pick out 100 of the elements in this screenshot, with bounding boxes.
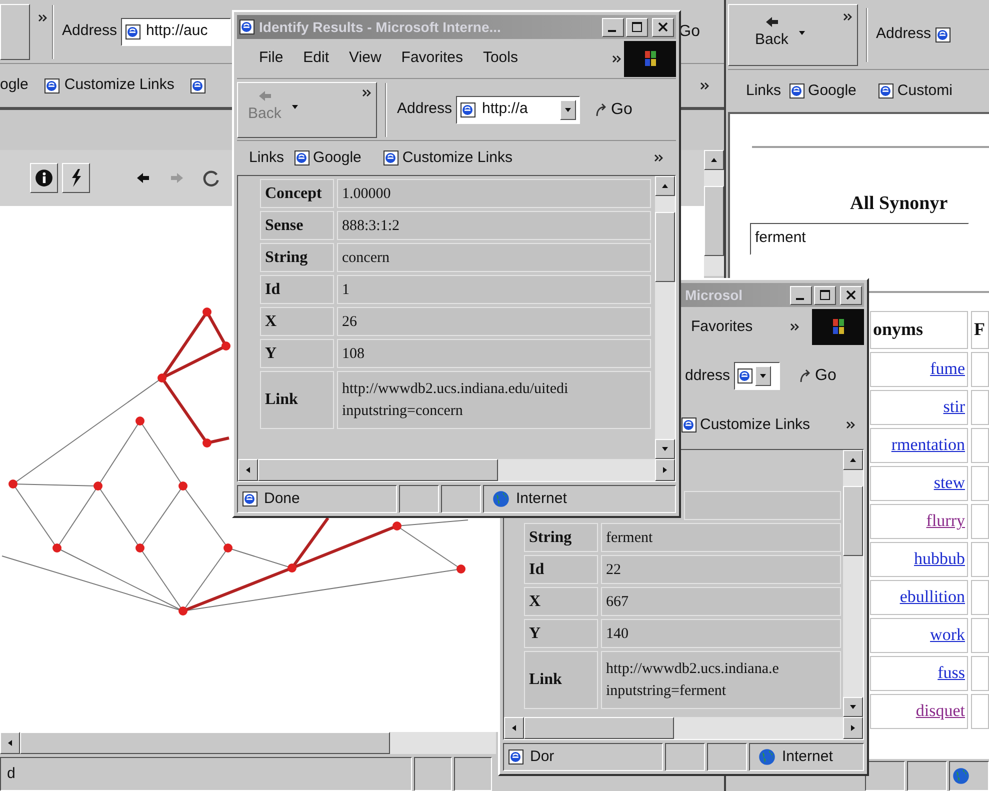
- graph-node[interactable]: [178, 482, 188, 490]
- chevron-double-icon[interactable]: [38, 14, 48, 22]
- scroll-right-button[interactable]: [655, 459, 675, 481]
- menu-item[interactable]: View: [349, 47, 382, 70]
- menu-item[interactable]: Tools: [482, 47, 518, 70]
- link-button[interactable]: Customize Links: [681, 414, 810, 436]
- address-field[interactable]: [734, 362, 780, 390]
- link-button[interactable]: Customize Links: [383, 146, 512, 170]
- chevron-double-icon[interactable]: [700, 82, 710, 90]
- table-cell: [971, 352, 989, 386]
- synonym-link[interactable]: hubbub: [914, 546, 965, 572]
- address-field[interactable]: http://auc: [121, 18, 232, 46]
- synonym-link[interactable]: stir: [943, 394, 965, 420]
- scrollbar-thumb[interactable]: [20, 732, 390, 754]
- scroll-left-button[interactable]: [238, 459, 258, 481]
- chevron-double-icon[interactable]: [843, 12, 853, 20]
- address-label: ddress: [685, 366, 730, 386]
- browser-page-icon: [737, 368, 754, 384]
- maximize-button[interactable]: [814, 286, 836, 304]
- scroll-left-button[interactable]: [0, 732, 20, 754]
- horizontal-scrollbar[interactable]: [504, 717, 863, 739]
- horizontal-scrollbar[interactable]: [238, 459, 675, 481]
- link-button[interactable]: Customi: [878, 80, 952, 102]
- graph-node[interactable]: [392, 522, 402, 530]
- synonym-link[interactable]: rmentation: [891, 432, 965, 458]
- scroll-up-button[interactable]: [843, 450, 863, 470]
- browser-page-icon: [878, 83, 894, 99]
- table-cell: [971, 428, 989, 462]
- chevron-double-icon[interactable]: [654, 154, 664, 162]
- graph-node[interactable]: [158, 374, 166, 382]
- table-cell: [971, 504, 989, 538]
- graph-node[interactable]: [52, 544, 62, 552]
- status-panel: [399, 485, 439, 513]
- close-button[interactable]: [840, 286, 862, 304]
- address-field[interactable]: http://a: [456, 96, 580, 124]
- go-button[interactable]: Go: [594, 98, 632, 122]
- synonym-link[interactable]: fume: [930, 356, 965, 382]
- link-button[interactable]: ogle: [0, 74, 28, 97]
- search-field[interactable]: ferment: [750, 222, 969, 254]
- scroll-left-button[interactable]: [504, 717, 524, 739]
- chevron-double-icon[interactable]: [846, 421, 856, 429]
- menu-item[interactable]: File: [259, 47, 284, 70]
- graph-node[interactable]: [136, 544, 144, 552]
- graph-node[interactable]: [136, 416, 144, 426]
- caret-icon: [849, 456, 857, 464]
- caret-icon: [759, 372, 768, 380]
- graph-node[interactable]: [288, 564, 296, 572]
- chevron-double-icon[interactable]: [612, 54, 622, 62]
- graph-node[interactable]: [94, 482, 102, 490]
- scroll-up-button[interactable]: [655, 176, 675, 196]
- link-button[interactable]: Google: [789, 80, 856, 102]
- scrollbar-thumb[interactable]: [704, 186, 724, 256]
- browser-page-icon: [239, 19, 255, 35]
- graph-node[interactable]: [222, 342, 230, 350]
- synonym-link[interactable]: disquet: [916, 698, 965, 724]
- graph-node[interactable]: [456, 564, 466, 574]
- vertical-scrollbar[interactable]: [655, 176, 675, 459]
- graph-node[interactable]: [224, 544, 232, 552]
- vertical-scrollbar[interactable]: [704, 150, 724, 276]
- graph-node[interactable]: [202, 308, 212, 316]
- chevron-double-icon[interactable]: [790, 323, 800, 331]
- vertical-scrollbar[interactable]: [843, 450, 863, 717]
- chevron-double-icon[interactable]: [362, 88, 372, 96]
- dropdown-button[interactable]: [560, 100, 576, 120]
- synonym-link[interactable]: fuss: [938, 660, 965, 686]
- graph-node[interactable]: [178, 606, 188, 616]
- maximize-button[interactable]: [626, 18, 648, 36]
- scroll-up-button[interactable]: [704, 150, 724, 170]
- menu-item[interactable]: Favorites: [401, 47, 463, 70]
- minimize-button[interactable]: [790, 286, 812, 304]
- scroll-down-button[interactable]: [843, 697, 863, 717]
- graph-node[interactable]: [202, 438, 212, 448]
- synonym-link[interactable]: stew: [934, 470, 965, 496]
- close-button[interactable]: [652, 18, 674, 36]
- link-button[interactable]: Google: [294, 146, 362, 170]
- horizontal-scrollbar[interactable]: [0, 732, 496, 754]
- menu-item[interactable]: Favorites: [691, 316, 753, 338]
- caret-icon: [849, 724, 857, 732]
- go-button[interactable]: Go: [798, 364, 836, 388]
- table-cell: [971, 694, 989, 728]
- synonym-link[interactable]: flurry: [926, 508, 965, 534]
- scrollbar-thumb[interactable]: [524, 717, 674, 739]
- scroll-right-button[interactable]: [843, 717, 863, 739]
- dropdown-button[interactable]: [755, 366, 772, 386]
- flag-logo-icon: [812, 309, 864, 345]
- link-button[interactable]: Customize Links: [44, 74, 174, 97]
- scrollbar-thumb[interactable]: [843, 486, 863, 556]
- menu-item[interactable]: Edit: [303, 47, 330, 70]
- scrollbar-thumb[interactable]: [655, 212, 675, 282]
- info-button[interactable]: [30, 163, 58, 193]
- lightning-button[interactable]: [62, 163, 90, 193]
- back-button[interactable]: Back: [745, 14, 798, 51]
- minimize-button[interactable]: [602, 18, 624, 36]
- caret-icon: [661, 182, 669, 190]
- column-header: onyms: [870, 310, 968, 348]
- synonym-link[interactable]: ebullition: [900, 584, 965, 610]
- scrollbar-thumb[interactable]: [258, 459, 498, 481]
- synonym-link[interactable]: work: [930, 622, 965, 648]
- scroll-down-button[interactable]: [655, 439, 675, 459]
- graph-node[interactable]: [8, 480, 18, 488]
